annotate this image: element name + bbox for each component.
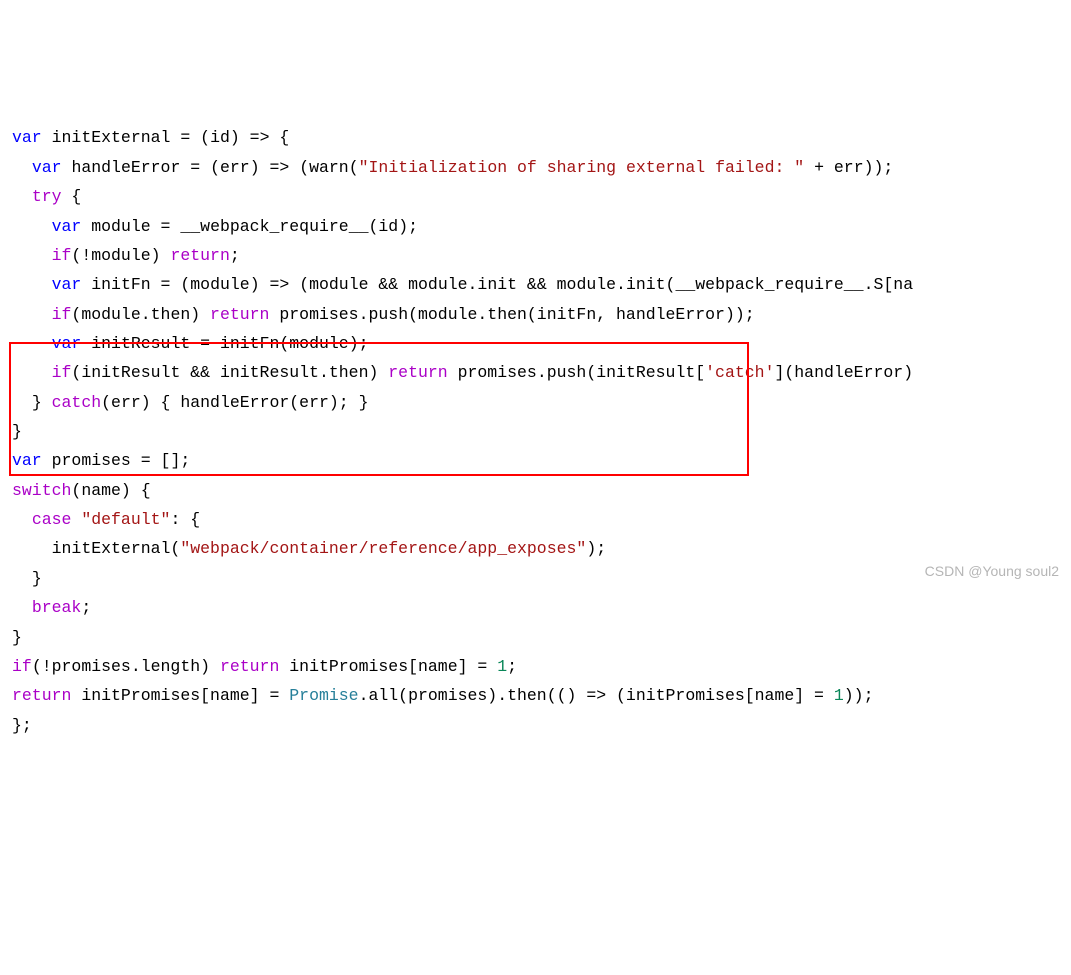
code-line: };: [12, 716, 32, 735]
code-line: }: [12, 628, 22, 647]
code-line: initExternal("webpack/container/referenc…: [12, 539, 606, 558]
code-line: switch(name) {: [12, 481, 151, 500]
code-line: if(module.then) return promises.push(mod…: [12, 305, 755, 324]
code-line: } catch(err) { handleError(err); }: [12, 393, 368, 412]
code-line: case "default": {: [12, 510, 200, 529]
code-line: break;: [12, 598, 91, 617]
code-line: try {: [12, 187, 81, 206]
code-line: if(initResult && initResult.then) return…: [12, 363, 913, 382]
code-line: var initFn = (module) => (module && modu…: [12, 275, 913, 294]
code-line: if(!promises.length) return initPromises…: [12, 657, 517, 676]
code-line: }: [12, 569, 42, 588]
code-block: var initExternal = (id) => { var handleE…: [12, 123, 1059, 740]
code-line: if(!module) return;: [12, 246, 240, 265]
code-line: var initResult = initFn(module);: [12, 334, 369, 353]
code-line: return initPromises[name] = Promise.all(…: [12, 686, 873, 705]
code-line: var module = __webpack_require__(id);: [12, 217, 418, 236]
code-line: var promises = [];: [12, 451, 190, 470]
code-line: var initExternal = (id) => {: [12, 128, 289, 147]
code-line: var handleError = (err) => (warn("Initia…: [12, 158, 893, 177]
code-line: }: [12, 422, 22, 441]
